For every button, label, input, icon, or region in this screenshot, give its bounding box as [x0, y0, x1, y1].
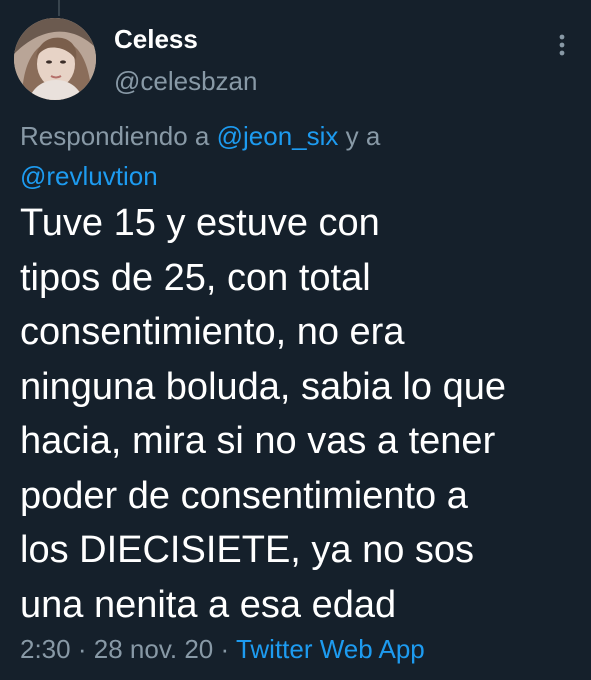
- mention-link[interactable]: @revluvtion: [20, 161, 158, 191]
- meta-separator: ·: [220, 634, 230, 664]
- tweet-text-line: los DIECISIETE, ya no sos: [20, 529, 475, 571]
- avatar-photo-image: [14, 18, 96, 100]
- meta-separator: ·: [77, 634, 87, 664]
- reply-prefix: Respondiendo a: [20, 121, 210, 151]
- tweet-source-link[interactable]: Twitter Web App: [236, 634, 425, 664]
- reply-context: Respondiendo a @jeon_six y a @revluvtion: [20, 116, 580, 196]
- author-handle[interactable]: @celesbzan: [114, 66, 257, 97]
- avatar[interactable]: [14, 18, 96, 100]
- mention-link[interactable]: @jeon_six: [217, 121, 339, 151]
- tweet-metadata: 2:30 · 28 nov. 20 · Twitter Web App: [20, 634, 425, 665]
- tweet-text-line: ninguna boluda, sabia lo que: [20, 365, 506, 408]
- tweet-text-line: poder de consentimiento a: [20, 474, 468, 517]
- tweet-text-line: hacia, mira si no vas a tener: [20, 420, 496, 462]
- author-display-name[interactable]: Celess: [114, 24, 198, 55]
- tweet-date[interactable]: 28 nov. 20: [94, 634, 214, 664]
- tweet-time[interactable]: 2:30: [20, 634, 71, 664]
- tweet-text: Tuve 15 y estuve con tipos de 25, con to…: [20, 196, 580, 632]
- tweet-text-line: tipos de 25, con total: [20, 256, 371, 299]
- tweet-text-line: consentimiento, no era: [20, 311, 405, 353]
- tweet-text-line: Tuve 15 y estuve con: [20, 202, 380, 244]
- tweet-text-line: una nenita a esa edad: [20, 583, 397, 626]
- more-vertical-icon[interactable]: [552, 30, 572, 60]
- thread-connector-line: [58, 0, 60, 16]
- reply-conjunction: y a: [345, 121, 381, 151]
